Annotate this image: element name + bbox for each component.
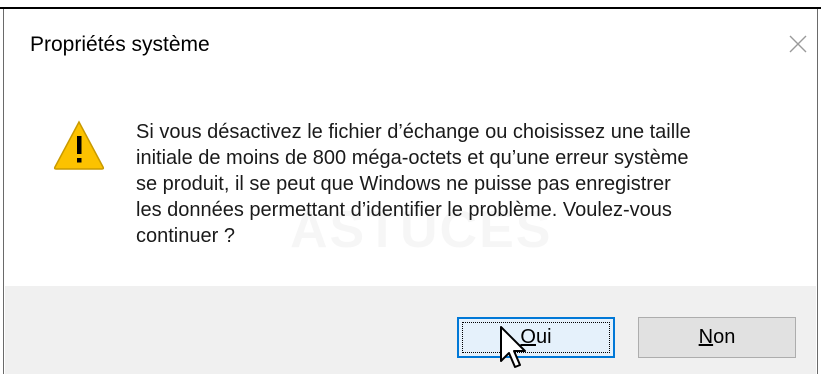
- window-top-edge: [0, 0, 821, 9]
- window-right-edge: [817, 9, 821, 374]
- window-left-edge: [0, 9, 4, 374]
- system-properties-dialog: Propriétés système Si vous désactivez le…: [0, 0, 821, 374]
- yes-button-label: Oui: [520, 326, 552, 348]
- close-icon: [789, 35, 807, 53]
- yes-button[interactable]: Oui: [457, 317, 615, 358]
- dialog-title: Propriétés système: [30, 33, 210, 56]
- warning-icon: [53, 120, 105, 170]
- no-button[interactable]: Non: [638, 317, 796, 358]
- close-button[interactable]: [782, 28, 814, 60]
- no-button-label: Non: [698, 326, 736, 348]
- watermark: ASTUCES: [290, 200, 552, 260]
